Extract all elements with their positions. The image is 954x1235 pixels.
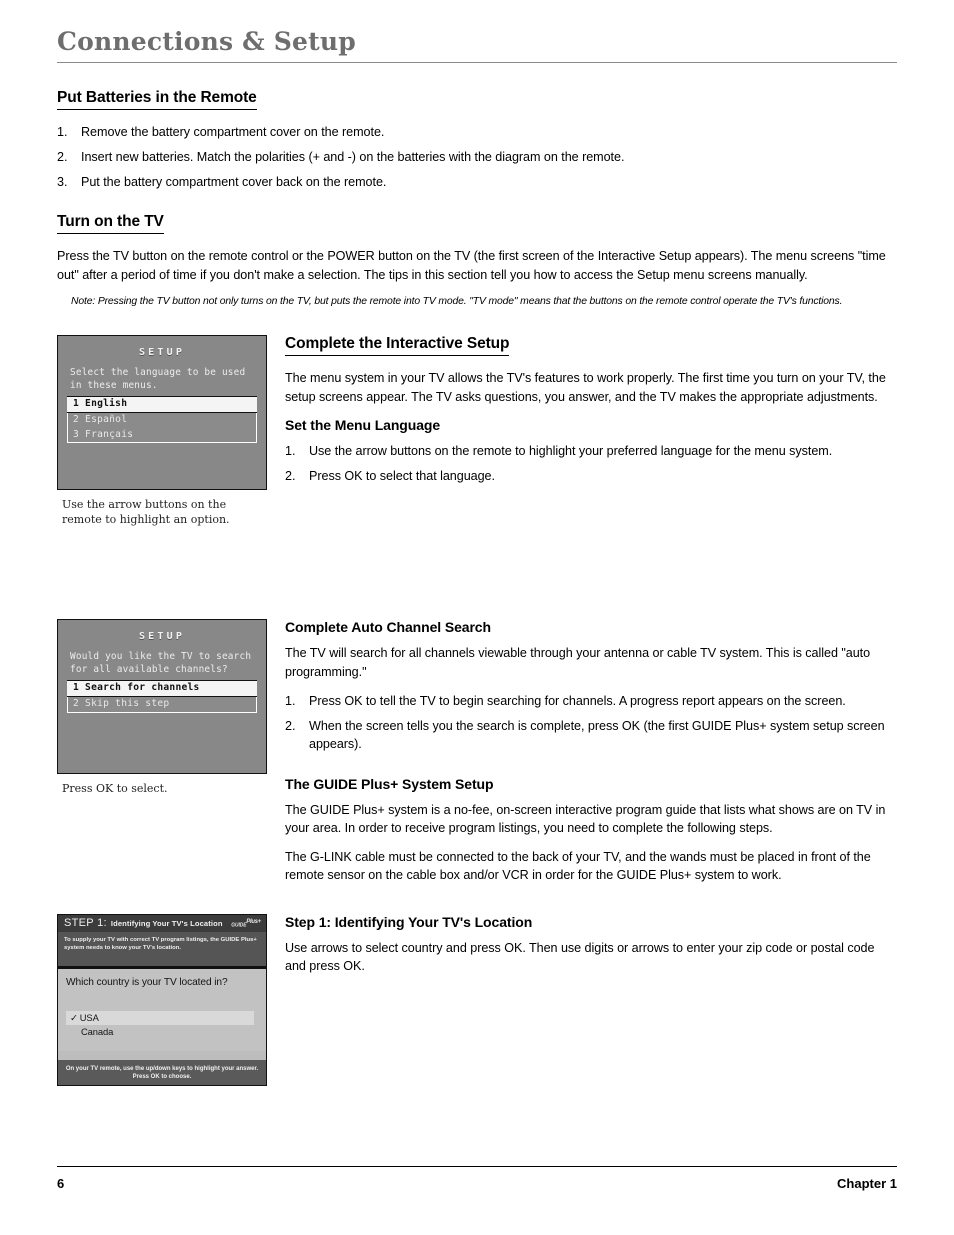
section-heading-auto-channel-search: Complete Auto Channel Search — [285, 619, 491, 636]
list-item: 2. Press OK to select that language. — [285, 467, 897, 485]
section-put-batteries: Put Batteries in the Remote 1. Remove th… — [57, 89, 897, 192]
list-item: 2. Insert new batteries. Match the polar… — [57, 148, 897, 166]
list-text: Insert new batteries. Match the polariti… — [81, 149, 625, 164]
guide-step-label: STEP 1: — [64, 917, 107, 930]
tv-option-search-for-channels[interactable]: 1 Search for channels — [67, 680, 257, 697]
list-item: 3. Put the battery compartment cover bac… — [57, 173, 897, 191]
list-item: 1. Remove the battery compartment cover … — [57, 123, 897, 141]
guide-choice-usa[interactable]: ✓ USA — [66, 1010, 254, 1025]
list-item: 2. When the screen tells you the search … — [285, 717, 897, 754]
document-page: Connections & Setup Put Batteries in the… — [0, 0, 954, 1235]
subheading-step-1: Step 1: Identifying Your TV's Location — [285, 913, 533, 930]
batteries-step-list: 1. Remove the battery compartment cover … — [57, 123, 897, 192]
guide-screen-intro: To supply your TV with correct TV progra… — [58, 931, 266, 966]
guide-logo-text: GUIDE — [231, 922, 247, 929]
section-interactive-setup: SETUP Select the language to be used in … — [57, 335, 897, 550]
guide-screen-column: STEP 1: Identifying Your TV's Location G… — [57, 913, 269, 1086]
chapter-label: Chapter 1 — [837, 1176, 897, 1191]
interactive-setup-body: The menu system in your TV allows the TV… — [285, 371, 886, 404]
list-number: 1. — [57, 124, 68, 139]
section-turn-on-tv: Turn on the TV Press the TV button on th… — [57, 213, 897, 309]
guide-plus-paragraph-2: The G-LINK cable must be connected to th… — [285, 850, 871, 883]
turn-on-body: Press the TV button on the remote contro… — [57, 249, 886, 282]
step-1-body: Use arrows to select country and press O… — [285, 940, 875, 973]
guide-header-title: Identifying Your TV's Location — [110, 918, 223, 928]
tv-option-english[interactable]: 1 English — [67, 396, 257, 413]
guide-footer-line-2: Press OK to choose. — [132, 1074, 192, 1081]
tv-screen-guide-plus-location: STEP 1: Identifying Your TV's Location G… — [57, 913, 267, 1086]
tv-screen-prompt: Select the language to be used in these … — [70, 367, 246, 392]
footer-row: 6 Chapter 1 — [57, 1176, 897, 1191]
auto-search-body: The TV will search for all channels view… — [285, 646, 871, 679]
page-header: Connections & Setup — [57, 0, 897, 63]
list-number: 1. — [285, 693, 296, 708]
auto-search-step-list: 1. Press OK to tell the TV to begin sear… — [285, 692, 897, 754]
guide-screen-footer: On your TV remote, use the up/down keys … — [58, 1059, 266, 1085]
list-number: 3. — [57, 175, 68, 189]
guide-country-list: ✓ USA Canada — [66, 1010, 254, 1038]
guide-choice-canada[interactable]: Canada — [66, 1025, 254, 1038]
language-screen-column: SETUP Select the language to be used in … — [57, 335, 269, 528]
tv-screen-title: SETUP — [138, 347, 186, 359]
footer-divider — [57, 1166, 897, 1167]
guide-footer-line-1: On your TV remote, use the up/down keys … — [65, 1065, 259, 1072]
caption-language-screen: Use the arrow buttons on the remote to h… — [62, 498, 230, 527]
list-text: Put the battery compartment cover back o… — [81, 175, 387, 189]
turn-on-note: Note: Pressing the TV button not only tu… — [71, 295, 843, 307]
step-1-text: Step 1: Identifying Your TV's Location U… — [285, 914, 897, 976]
list-number: 2. — [285, 719, 296, 734]
subheading-set-menu-language: Set the Menu Language — [285, 416, 441, 433]
guide-choice-label: USA — [79, 1011, 99, 1023]
tv-language-list: 1 English 2 Español 3 Français — [67, 396, 257, 444]
section-heading-turn-on-tv: Turn on the TV — [57, 213, 164, 235]
guide-screen-header: STEP 1: Identifying Your TV's Location G… — [58, 914, 266, 932]
guide-screen-question: Which country is your TV located in? — [66, 976, 228, 988]
section-auto-channel-search: SETUP Would you like the TV to search fo… — [57, 619, 897, 884]
page-footer: 6 Chapter 1 — [57, 1166, 897, 1191]
guide-screen-body: Which country is your TV located in? ✓ US… — [58, 968, 266, 1051]
list-text: Press OK to tell the TV to begin searchi… — [309, 693, 846, 708]
interactive-setup-text: Complete the Interactive Setup The menu … — [285, 335, 897, 485]
tv-option-espanol[interactable]: 2 Español — [68, 413, 256, 428]
guide-logo-suffix: Plus+ — [246, 917, 261, 925]
section-heading-batteries: Put Batteries in the Remote — [57, 89, 257, 110]
tv-option-skip-this-step[interactable]: 2 Skip this step — [68, 697, 256, 712]
tv-option-francais[interactable]: 3 Français — [68, 428, 256, 443]
section-heading-interactive-setup: Complete the Interactive Setup — [285, 335, 509, 357]
tv-screen-language: SETUP Select the language to be used in … — [57, 335, 267, 491]
list-text: Use the arrow buttons on the remote to h… — [309, 443, 833, 458]
list-text: Remove the battery compartment cover on … — [81, 124, 385, 139]
list-number: 2. — [57, 149, 68, 164]
section-step-1-location: STEP 1: Identifying Your TV's Location G… — [57, 913, 897, 1104]
list-number: 1. — [285, 443, 296, 458]
checkmark-icon: ✓ — [70, 1011, 78, 1023]
list-item: 1. Press OK to tell the TV to begin sear… — [285, 692, 897, 710]
guide-plus-paragraph-1: The GUIDE Plus+ system is a no-fee, on-s… — [285, 802, 886, 835]
guide-choice-label: Canada — [81, 1025, 114, 1037]
tv-search-list: 1 Search for channels 2 Skip this step — [67, 680, 257, 713]
menu-language-step-list: 1. Use the arrow buttons on the remote t… — [285, 442, 897, 486]
list-item: 1. Use the arrow buttons on the remote t… — [285, 442, 897, 460]
page-number: 6 — [57, 1176, 65, 1191]
title-divider — [57, 61, 897, 63]
section-heading-guide-plus-setup: The GUIDE Plus+ System Setup — [285, 775, 494, 792]
tv-screen-channel-search: SETUP Would you like the TV to search fo… — [57, 619, 267, 775]
search-screen-column: SETUP Would you like the TV to search fo… — [57, 619, 269, 797]
list-number: 2. — [285, 469, 296, 484]
list-text: When the screen tells you the search is … — [309, 719, 885, 752]
guide-plus-logo-icon: GUIDEPlus+ — [231, 918, 261, 928]
tv-screen-title: SETUP — [138, 631, 186, 643]
page-title: Connections & Setup — [57, 27, 356, 56]
auto-search-text: Complete Auto Channel Search The TV will… — [285, 619, 897, 884]
tv-screen-prompt: Would you like the TV to search for all … — [70, 651, 252, 676]
list-text: Press OK to select that language. — [309, 469, 495, 484]
caption-search-screen: Press OK to select. — [62, 782, 168, 796]
